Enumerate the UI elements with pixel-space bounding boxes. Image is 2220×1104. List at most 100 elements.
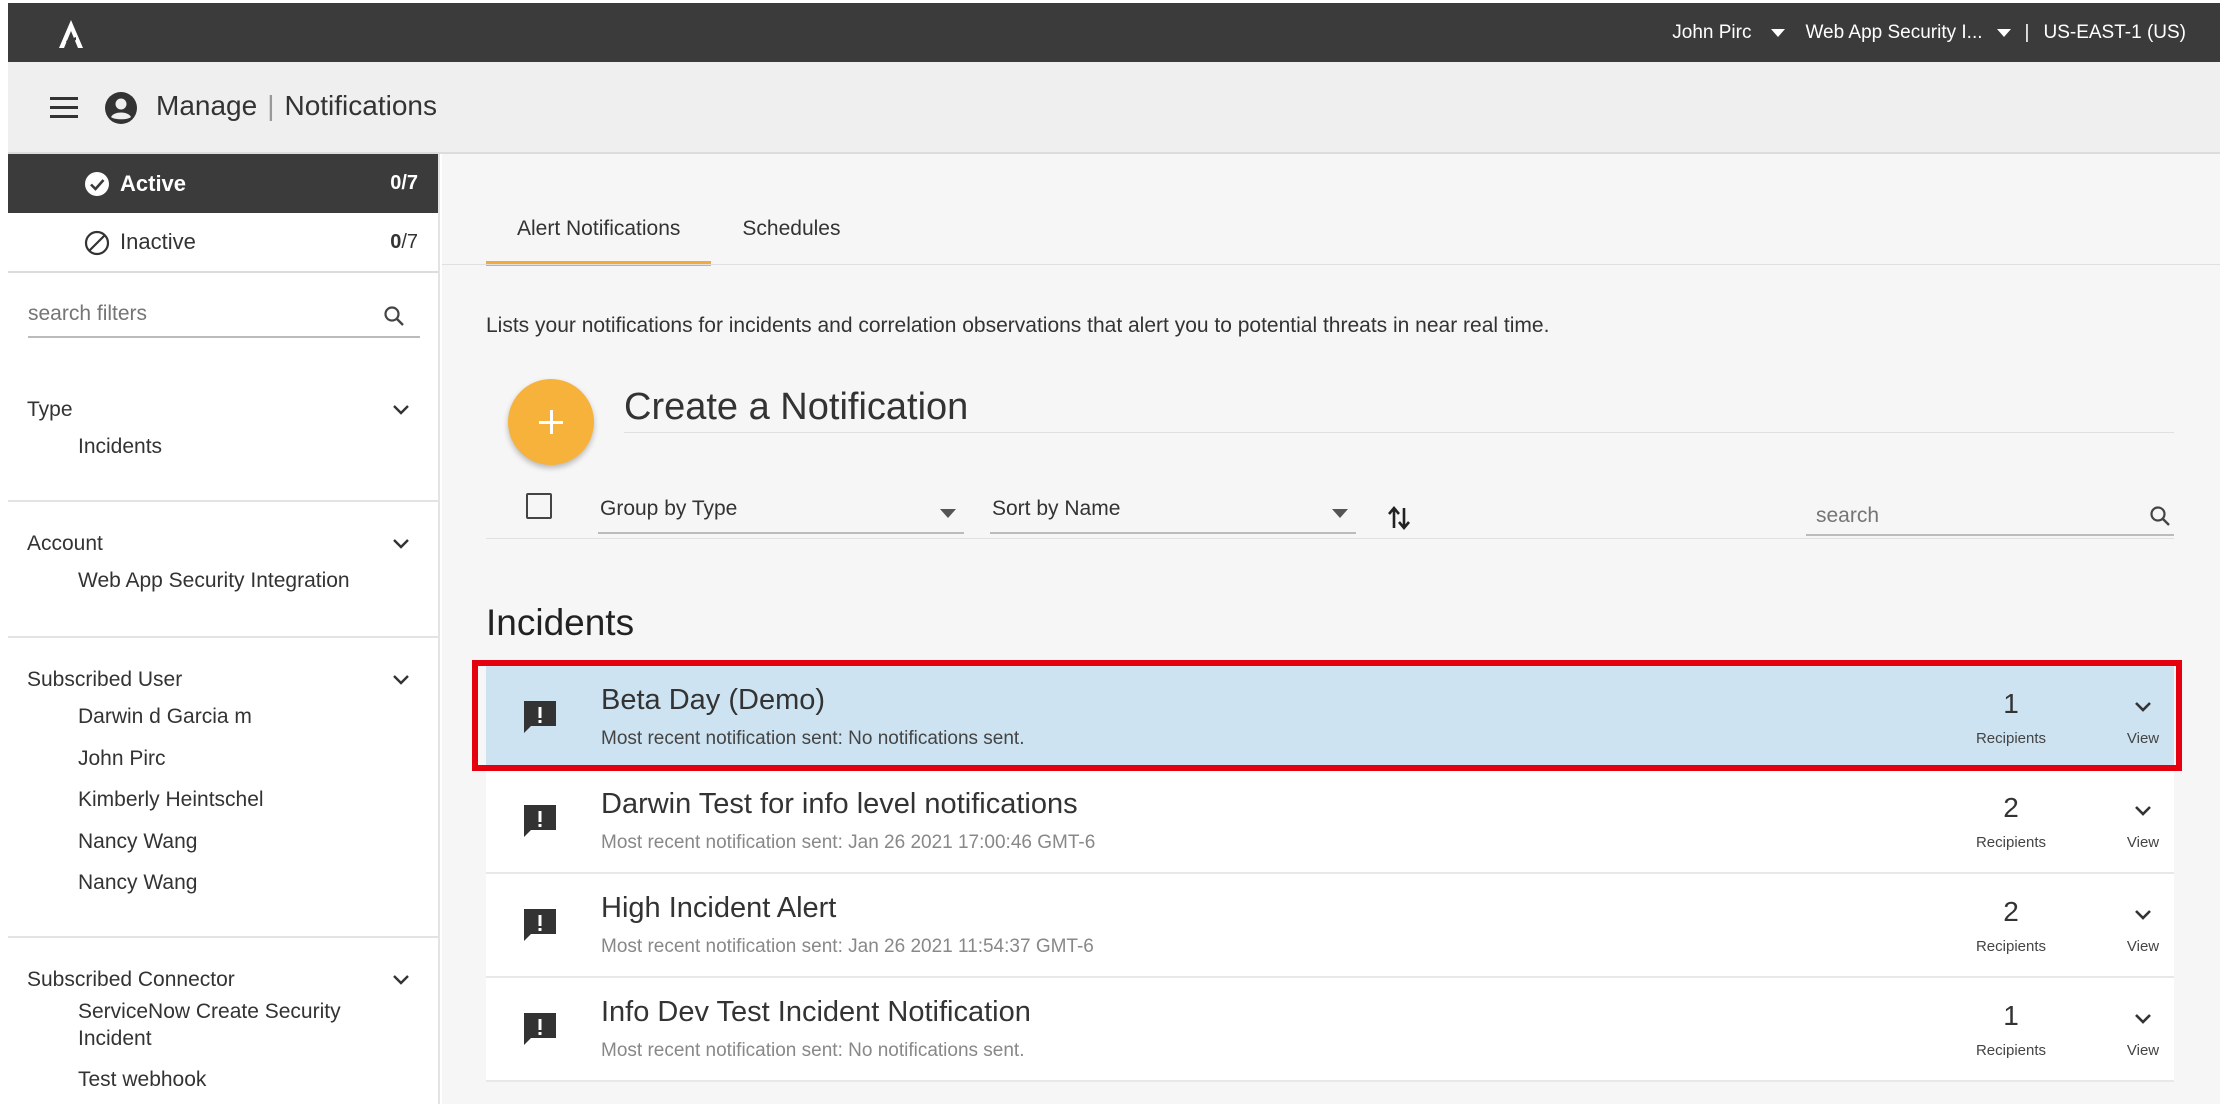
recipient-label: Recipients xyxy=(1975,730,2047,747)
recipient-count: 1 xyxy=(2003,688,2019,719)
dropdown-arrow-icon xyxy=(1332,509,1348,518)
recipient-label: Recipients xyxy=(1975,938,2047,955)
chevron-down-icon[interactable] xyxy=(390,968,412,990)
chevron-down-icon[interactable] xyxy=(2131,798,2155,822)
top-nav: John Pirc Web App Security I... | US-EAS… xyxy=(1672,3,2186,62)
recipient-label: Recipients xyxy=(1975,834,2047,851)
status-filter-inactive[interactable]: Inactive 0/7 xyxy=(8,213,438,273)
notification-last-sent: Most recent notification sent: No notifi… xyxy=(601,1040,1025,1061)
divider xyxy=(486,538,2174,539)
feedback-alert-icon xyxy=(524,701,556,733)
filter-title[interactable]: Account xyxy=(27,532,103,556)
filter-search xyxy=(28,302,420,338)
user-menu[interactable]: John Pirc xyxy=(1672,22,1805,44)
breadcrumb: Manage | Notifications xyxy=(156,90,437,122)
top-bar: John Pirc Web App Security I... | US-EAS… xyxy=(8,3,2220,62)
notification-row[interactable]: Beta Day (Demo) Most recent notification… xyxy=(486,666,2174,770)
group-by-value: Group by Type xyxy=(600,497,738,520)
filter-title[interactable]: Subscribed User xyxy=(27,668,182,692)
chevron-down-icon xyxy=(1996,28,2011,37)
filter-item[interactable]: Nancy Wang xyxy=(78,869,197,896)
main-content: Alert Notifications Schedules Lists your… xyxy=(442,154,2220,1104)
view-button[interactable]: View xyxy=(2106,834,2180,851)
sort-direction-icon[interactable] xyxy=(1386,504,1412,532)
select-all-checkbox[interactable] xyxy=(526,493,552,519)
notification-search-input[interactable] xyxy=(1806,498,2126,528)
feedback-alert-icon xyxy=(524,909,556,941)
tab-divider xyxy=(442,264,2220,265)
filter-item[interactable]: Web App Security Integration xyxy=(78,567,350,594)
status-count: 0/7 xyxy=(390,230,418,253)
notification-row[interactable]: High Incident Alert Most recent notifica… xyxy=(486,874,2174,978)
create-notification-label[interactable]: Create a Notification xyxy=(624,386,968,429)
divider xyxy=(624,432,2174,433)
group-by-select[interactable]: Group by Type xyxy=(598,491,964,534)
sort-by-select[interactable]: Sort by Name xyxy=(990,491,1356,534)
chevron-down-icon[interactable] xyxy=(390,532,412,554)
filter-item[interactable]: Nancy Wang xyxy=(78,828,197,855)
filter-item[interactable]: Incident xyxy=(78,1025,152,1052)
filter-title[interactable]: Subscribed Connector xyxy=(27,968,235,992)
block-icon xyxy=(84,230,110,256)
page-description: Lists your notifications for incidents a… xyxy=(486,314,1550,337)
notification-search xyxy=(1806,498,2174,536)
account-menu[interactable]: Web App Security I... xyxy=(1805,21,2011,44)
filter-title[interactable]: Type xyxy=(27,398,73,422)
chevron-down-icon xyxy=(1771,28,1786,37)
page-title: Notifications xyxy=(284,90,437,121)
breadcrumb-manage[interactable]: Manage xyxy=(156,90,257,122)
breadcrumb-separator: | xyxy=(267,90,275,121)
section-title: Incidents xyxy=(486,602,635,643)
notification-title: Darwin Test for info level notifications xyxy=(601,788,1078,820)
account-name: Web App Security I... xyxy=(1805,21,1983,43)
filter-item[interactable]: Kimberly Heintschel xyxy=(78,786,264,813)
filter-group-subscribed-connector: Subscribed Connector ServiceNow Create S… xyxy=(8,938,438,1104)
region-label: US-EAST-1 (US) xyxy=(2043,21,2186,43)
hamburger-menu-icon[interactable] xyxy=(50,97,78,119)
chevron-down-icon[interactable] xyxy=(2131,902,2155,926)
search-icon[interactable] xyxy=(382,304,406,328)
tab-alert-notifications[interactable]: Alert Notifications xyxy=(486,212,712,266)
view-button[interactable]: View xyxy=(2106,1042,2180,1059)
app-logo-icon[interactable] xyxy=(54,17,88,51)
region-selector[interactable]: US-EAST-1 (US) xyxy=(2043,22,2186,44)
tab-schedules[interactable]: Schedules xyxy=(711,212,871,266)
status-filter-active[interactable]: Active 0/7 xyxy=(8,154,438,213)
notification-last-sent: Most recent notification sent: No notifi… xyxy=(601,728,1025,749)
notification-title: High Incident Alert xyxy=(601,892,837,924)
divider: | xyxy=(2024,21,2030,43)
notification-row[interactable]: Darwin Test for info level notifications… xyxy=(486,770,2174,874)
view-button[interactable]: View xyxy=(2106,730,2180,747)
filter-item[interactable]: Test webhook xyxy=(78,1066,206,1093)
search-icon[interactable] xyxy=(2148,504,2172,528)
notification-title: Beta Day (Demo) xyxy=(601,684,826,716)
chevron-down-icon[interactable] xyxy=(2131,694,2155,718)
filter-search-input[interactable] xyxy=(28,302,368,326)
user-name: John Pirc xyxy=(1672,21,1752,43)
chevron-down-icon[interactable] xyxy=(390,668,412,690)
filter-group-type: Type Incidents xyxy=(8,368,438,502)
chevron-down-icon[interactable] xyxy=(390,398,412,420)
filter-item[interactable]: John Pirc xyxy=(78,745,166,772)
check-circle-icon xyxy=(85,172,109,196)
status-count: 0/7 xyxy=(390,172,418,194)
tab-bar: Alert Notifications Schedules xyxy=(486,212,871,266)
dropdown-arrow-icon xyxy=(940,509,956,518)
notification-last-sent: Most recent notification sent: Jan 26 20… xyxy=(601,832,1096,853)
filter-group-account: Account Web App Security Integration xyxy=(8,502,438,638)
chevron-down-icon[interactable] xyxy=(2131,1006,2155,1030)
filter-group-subscribed-user: Subscribed User Darwin d Garcia m John P… xyxy=(8,638,438,938)
filter-item[interactable]: ServiceNow Create Security xyxy=(78,998,341,1025)
page-header: Manage | Notifications xyxy=(8,62,2220,154)
view-button[interactable]: View xyxy=(2106,938,2180,955)
create-notification-button[interactable] xyxy=(508,379,594,465)
notification-row[interactable]: Info Dev Test Incident Notification Most… xyxy=(486,978,2174,1082)
account-circle-icon[interactable] xyxy=(104,91,138,125)
notification-last-sent: Most recent notification sent: Jan 26 20… xyxy=(601,936,1094,957)
status-label: Active xyxy=(120,170,187,196)
recipient-label: Recipients xyxy=(1975,1042,2047,1059)
recipient-count: 1 xyxy=(2003,1000,2019,1031)
filter-item[interactable]: Darwin d Garcia m xyxy=(78,703,252,730)
filter-item[interactable]: Incidents xyxy=(78,433,162,460)
sort-by-value: Sort by Name xyxy=(992,497,1121,520)
